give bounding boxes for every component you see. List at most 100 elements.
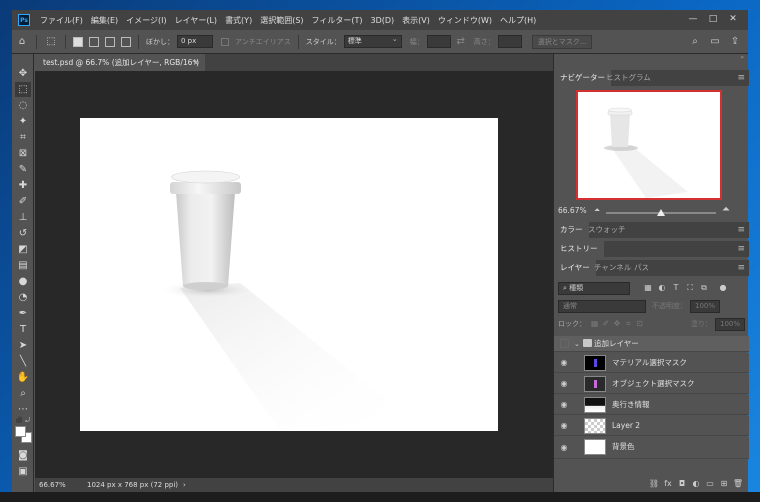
menu-type[interactable]: 書式(Y): [221, 15, 256, 26]
filter-toggle-icon[interactable]: ●: [717, 282, 729, 294]
eye-icon[interactable]: ◉: [558, 420, 570, 432]
width-input[interactable]: [426, 35, 451, 48]
layer-group-row[interactable]: ⌄ 追加レイヤー: [554, 336, 749, 352]
feather-input[interactable]: 0 px: [177, 35, 213, 48]
add-selection-icon[interactable]: [89, 36, 99, 47]
new-group-icon[interactable]: ▭: [703, 478, 717, 490]
color-menu-icon[interactable]: ≡: [737, 222, 745, 238]
panel-collapse[interactable]: »: [740, 54, 744, 61]
tab-history[interactable]: ヒストリー: [554, 241, 604, 257]
fill-input[interactable]: 100%: [715, 317, 746, 331]
zoom-tool-icon[interactable]: ⌕: [15, 386, 31, 401]
menu-layer[interactable]: レイヤー(L): [171, 15, 221, 26]
menu-image[interactable]: イメージ(I): [122, 15, 170, 26]
close-button[interactable]: ✕: [724, 12, 742, 26]
eye-icon[interactable]: ◉: [558, 378, 570, 390]
path-selection-tool-icon[interactable]: ➤: [15, 338, 31, 353]
layer-row[interactable]: ◉ マテリアル選択マスク: [554, 353, 749, 373]
style-select[interactable]: 標準: [343, 34, 402, 48]
filter-adjust-icon[interactable]: ◐: [656, 282, 668, 294]
minimize-button[interactable]: —: [684, 12, 702, 26]
filter-type-icon[interactable]: T: [670, 282, 682, 294]
menu-view[interactable]: 表示(V): [398, 15, 434, 26]
lock-artboard-icon[interactable]: ⌗: [624, 318, 633, 330]
history-brush-tool-icon[interactable]: ↺: [15, 226, 31, 241]
crop-tool-icon[interactable]: ⌗: [15, 130, 31, 145]
healing-brush-tool-icon[interactable]: ✚: [15, 178, 31, 193]
lock-transparent-icon[interactable]: ▦: [590, 318, 599, 330]
antialias-checkbox[interactable]: [221, 37, 229, 46]
close-tab-icon[interactable]: ×: [193, 54, 199, 71]
document-canvas[interactable]: [80, 118, 498, 431]
line-tool-icon[interactable]: ╲: [15, 354, 31, 369]
zoom-slider[interactable]: [606, 209, 716, 216]
status-zoom[interactable]: 66.67%: [39, 478, 66, 492]
trash-icon[interactable]: 🗑: [731, 478, 745, 490]
layer-row[interactable]: ◉ 背景色: [554, 437, 749, 459]
screen-mode-icon[interactable]: ▣: [15, 464, 31, 479]
layer-style-icon[interactable]: fx: [661, 478, 675, 490]
eye-icon[interactable]: ◉: [558, 399, 570, 411]
layer-row[interactable]: ◉ オブジェクト選択マスク: [554, 374, 749, 394]
subtract-selection-icon[interactable]: [105, 36, 115, 47]
zoom-in-icon[interactable]: ⏶: [722, 204, 730, 215]
workspace-icon[interactable]: ▭: [708, 35, 722, 49]
brush-tool-icon[interactable]: ✐: [15, 194, 31, 209]
marquee-preset-icon[interactable]: ⬚: [44, 35, 58, 49]
tab-swatches[interactable]: スウォッチ: [582, 222, 632, 238]
history-menu-icon[interactable]: ≡: [737, 241, 745, 257]
layer-filter-select[interactable]: ⌕ 種類: [558, 281, 630, 295]
frame-tool-icon[interactable]: ⊠: [15, 146, 31, 161]
add-mask-icon[interactable]: ◘: [675, 478, 689, 490]
navigator-zoom-value[interactable]: 66.67%: [558, 206, 587, 215]
blur-tool-icon[interactable]: ●: [15, 274, 31, 289]
zoom-slider-thumb[interactable]: [657, 209, 665, 216]
chevron-down-icon[interactable]: ⌄: [574, 338, 580, 350]
pen-tool-icon[interactable]: ✒: [15, 306, 31, 321]
eye-icon[interactable]: ◉: [558, 442, 570, 454]
eye-icon[interactable]: ◉: [558, 357, 570, 369]
new-selection-icon[interactable]: [73, 36, 83, 47]
zoom-out-icon[interactable]: ⏶: [594, 205, 600, 215]
search-icon[interactable]: ⌕: [688, 35, 702, 49]
swap-icon[interactable]: ⇄: [454, 35, 468, 49]
adjustment-layer-icon[interactable]: ◐: [689, 478, 703, 490]
swap-colors-icon[interactable]: ⬛ ⤾: [15, 418, 31, 424]
dodge-tool-icon[interactable]: ◔: [15, 290, 31, 305]
home-icon[interactable]: ⌂: [15, 35, 29, 49]
more-tools-icon[interactable]: ⋯: [15, 402, 31, 417]
new-layer-icon[interactable]: ⊞: [717, 478, 731, 490]
lock-all-icon[interactable]: ⊡: [635, 318, 644, 330]
hand-tool-icon[interactable]: ✋: [15, 370, 31, 385]
layer-row[interactable]: ◉ Layer 2: [554, 416, 749, 436]
select-and-mask-button[interactable]: 選択とマスク...: [531, 34, 593, 49]
layers-menu-icon[interactable]: ≡: [737, 260, 745, 276]
filter-smart-icon[interactable]: ⧉: [698, 282, 710, 294]
quick-mask-icon[interactable]: ◙: [15, 448, 31, 463]
lasso-tool-icon[interactable]: ◌: [15, 98, 31, 113]
navigator-preview[interactable]: [576, 90, 722, 200]
link-layers-icon[interactable]: ⛓: [647, 478, 661, 490]
height-input[interactable]: [497, 35, 522, 48]
share-icon[interactable]: ⇪: [728, 35, 742, 49]
menu-3d[interactable]: 3D(D): [367, 16, 399, 25]
eyedropper-tool-icon[interactable]: ✎: [15, 162, 31, 177]
blend-mode-select[interactable]: 通常: [558, 299, 646, 313]
menu-filter[interactable]: フィルター(T): [308, 15, 367, 26]
menu-edit[interactable]: 編集(E): [87, 15, 122, 26]
foreground-color-icon[interactable]: [15, 426, 26, 437]
tab-histogram[interactable]: ヒストグラム: [600, 70, 657, 86]
intersect-selection-icon[interactable]: [121, 36, 131, 47]
filter-shape-icon[interactable]: ⛶: [684, 282, 696, 294]
lock-image-icon[interactable]: ✐: [601, 318, 610, 330]
eraser-tool-icon[interactable]: ◩: [15, 242, 31, 257]
lock-position-icon[interactable]: ✥: [612, 318, 621, 330]
canvas-area[interactable]: [35, 71, 553, 478]
gradient-tool-icon[interactable]: ▤: [15, 258, 31, 273]
navigator-menu-icon[interactable]: ≡: [737, 70, 745, 86]
color-swatches[interactable]: [13, 426, 33, 446]
filter-pixel-icon[interactable]: ▦: [642, 282, 654, 294]
layer-row[interactable]: ◉ 奥行き情報: [554, 395, 749, 415]
tab-paths[interactable]: パス: [628, 260, 655, 276]
status-arrow-icon[interactable]: ›: [183, 478, 186, 492]
